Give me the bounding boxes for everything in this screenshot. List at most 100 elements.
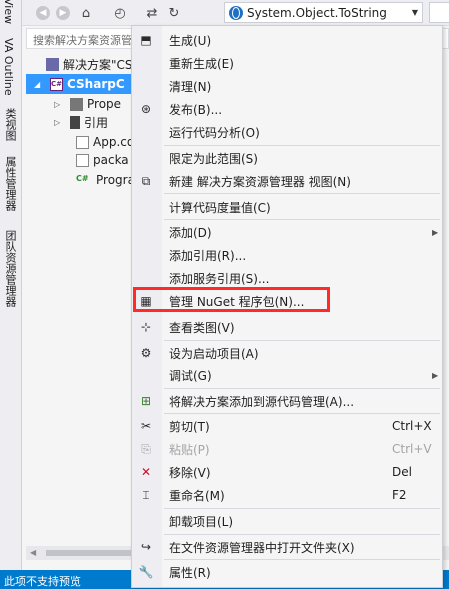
- tree-node-label: Progra: [96, 173, 135, 187]
- menu-item-label: 设为启动项目(A): [169, 346, 259, 361]
- menu-item-shortcut: Ctrl+X: [392, 419, 432, 433]
- tree-node-packages[interactable]: packa: [76, 150, 129, 170]
- menu-item-rename[interactable]: ⌶ 重命名(M) F2: [132, 484, 442, 506]
- open-folder-icon: ↪: [140, 540, 152, 554]
- menu-item-label: 添加引用(R)...: [169, 248, 247, 263]
- sync-icon[interactable]: ⇄: [144, 4, 160, 22]
- menu-item-code-metrics[interactable]: 计算代码度量值(C): [132, 196, 442, 218]
- source-control-icon: ⊞: [140, 394, 152, 408]
- refresh-icon[interactable]: ↻: [166, 4, 182, 22]
- menu-item-view-class-diagram[interactable]: ⊹ 查看类图(V): [132, 316, 442, 338]
- menu-item-new-explorer-view[interactable]: ⧉ 新建 解决方案资源管理器 视图(N): [132, 170, 442, 192]
- menu-item-open-in-explorer[interactable]: ↪ 在文件资源管理器中打开文件夹(X): [132, 536, 442, 558]
- menu-separator: [164, 219, 440, 220]
- globe-icon: [229, 5, 243, 20]
- menu-separator: [164, 534, 440, 535]
- menu-item-add-to-source-control[interactable]: ⊞ 将解决方案添加到源代码管理(A)...: [132, 390, 442, 412]
- menu-item-debug[interactable]: 调试(G) ▶: [132, 364, 442, 386]
- chevron-down-icon[interactable]: ▼: [408, 8, 422, 17]
- menu-item-code-analysis[interactable]: 运行代码分析(O): [132, 121, 442, 143]
- menu-item-label: 添加(D): [169, 225, 212, 240]
- menu-item-label: 限定为此范围(S): [169, 151, 258, 166]
- menu-item-publish[interactable]: ⊛ 发布(B)...: [132, 98, 442, 120]
- menu-separator: [164, 340, 440, 341]
- forward-icon[interactable]: ▶: [56, 6, 70, 20]
- menu-item-label: 重命名(M): [169, 488, 225, 503]
- tree-node-solution[interactable]: 解决方案"CSh: [46, 54, 140, 74]
- side-tab-property-manager[interactable]: 属性管理器: [2, 156, 18, 211]
- menu-item-label: 剪切(T): [169, 419, 210, 434]
- gear-icon: ⚙: [140, 346, 152, 360]
- menu-item-cut[interactable]: ✂ 剪切(T) Ctrl+X: [132, 415, 442, 437]
- wrench-icon: 🔧: [138, 565, 154, 579]
- side-tab-strip: View VA Outline 类视图 属性管理器 团队资源管理器: [0, 0, 22, 570]
- csharp-file-icon: C#: [76, 173, 89, 183]
- toolbar: ◀ ▶ ⌂ ◴ ⇄ ↻ System.Object.ToString ▼: [22, 0, 449, 26]
- menu-item-set-startup[interactable]: ⚙ 设为启动项目(A): [132, 342, 442, 364]
- menu-item-label: 将解决方案添加到源代码管理(A)...: [169, 394, 355, 409]
- side-tab-team-explorer[interactable]: 团队资源管理器: [2, 230, 18, 307]
- menu-item-add[interactable]: 添加(D) ▶: [132, 221, 442, 243]
- config-file-icon: [76, 135, 89, 149]
- paste-icon: ⎘: [141, 441, 151, 456]
- tree-node-label: packa: [93, 153, 129, 167]
- tree-node-label: App.co: [93, 135, 135, 149]
- tree-node-app-config[interactable]: App.co: [76, 132, 134, 152]
- menu-item-label: 调试(G): [169, 368, 212, 383]
- collapse-icon[interactable]: ▷: [54, 100, 62, 109]
- tree-node-label: 解决方案"CSh: [63, 57, 141, 72]
- tree-node-references[interactable]: ▷ 引用: [54, 112, 108, 132]
- menu-item-label: 在文件资源管理器中打开文件夹(X): [169, 540, 355, 555]
- collapse-icon[interactable]: ▷: [54, 118, 62, 127]
- menu-item-clean[interactable]: 清理(N): [132, 75, 442, 97]
- menu-item-rebuild[interactable]: 重新生成(E): [132, 52, 442, 74]
- menu-item-label: 发布(B)...: [169, 102, 223, 117]
- tree-node-label: Prope: [87, 97, 122, 111]
- menu-item-label: 清理(N): [169, 79, 212, 94]
- menu-separator: [164, 559, 440, 560]
- menu-item-label: 添加服务引用(S)...: [169, 271, 270, 286]
- tree-node-program[interactable]: C# Progra: [76, 170, 135, 190]
- menu-item-label: 运行代码分析(O): [169, 125, 260, 140]
- menu-item-add-reference[interactable]: 添加引用(R)...: [132, 244, 442, 266]
- member-combo-value: System.Object.ToString: [247, 5, 387, 20]
- menu-item-label: 查看类图(V): [169, 320, 235, 335]
- side-tab-va-outline[interactable]: VA Outline: [2, 38, 15, 96]
- menu-item-remove[interactable]: ✕ 移除(V) Del: [132, 461, 442, 483]
- side-tab-view[interactable]: View: [2, 0, 15, 24]
- menu-item-scope-to-this[interactable]: 限定为此范围(S): [132, 147, 442, 169]
- menu-item-properties[interactable]: 🔧 属性(R): [132, 561, 442, 583]
- menu-separator: [164, 145, 440, 146]
- member-combo[interactable]: System.Object.ToString ▼: [224, 2, 423, 23]
- scroll-left-icon[interactable]: ◀: [30, 548, 36, 557]
- menu-item-paste[interactable]: ⎘ 粘贴(P) Ctrl+V: [132, 438, 442, 460]
- menu-item-build[interactable]: ⬒ 生成(U): [132, 29, 442, 51]
- home-icon[interactable]: ⌂: [78, 4, 94, 22]
- side-tab-class-view[interactable]: 类视图: [2, 108, 18, 141]
- scissors-icon: ✂: [140, 419, 152, 433]
- menu-separator: [164, 388, 440, 389]
- menu-separator: [164, 413, 440, 414]
- menu-separator: [164, 193, 440, 194]
- submenu-arrow-icon: ▶: [432, 227, 439, 237]
- tree-node-label: CSharpC: [67, 77, 125, 91]
- menu-item-label: 新建 解决方案资源管理器 视图(N): [169, 174, 351, 189]
- menu-item-shortcut: Del: [392, 465, 412, 479]
- tree-node-label: 引用: [84, 115, 109, 130]
- expand-icon[interactable]: ◢: [34, 80, 42, 89]
- secondary-combo[interactable]: [429, 2, 449, 23]
- menu-item-unload-project[interactable]: 卸载项目(L): [132, 510, 442, 532]
- menu-item-add-service-reference[interactable]: 添加服务引用(S)...: [132, 267, 442, 289]
- properties-icon: [70, 97, 83, 111]
- menu-item-label: 生成(U): [169, 33, 212, 48]
- menu-separator: [164, 508, 440, 509]
- submenu-arrow-icon: ▶: [432, 370, 439, 380]
- back-icon[interactable]: ◀: [36, 6, 50, 20]
- tree-node-properties[interactable]: ▷ Prope: [54, 94, 121, 114]
- history-icon[interactable]: ◴: [112, 4, 128, 22]
- new-view-icon: ⧉: [141, 173, 151, 188]
- menu-item-label: 卸载项目(L): [169, 514, 234, 529]
- references-icon: [70, 115, 80, 129]
- menu-item-label: 属性(R): [169, 565, 211, 580]
- menu-item-label: 计算代码度量值(C): [169, 200, 271, 215]
